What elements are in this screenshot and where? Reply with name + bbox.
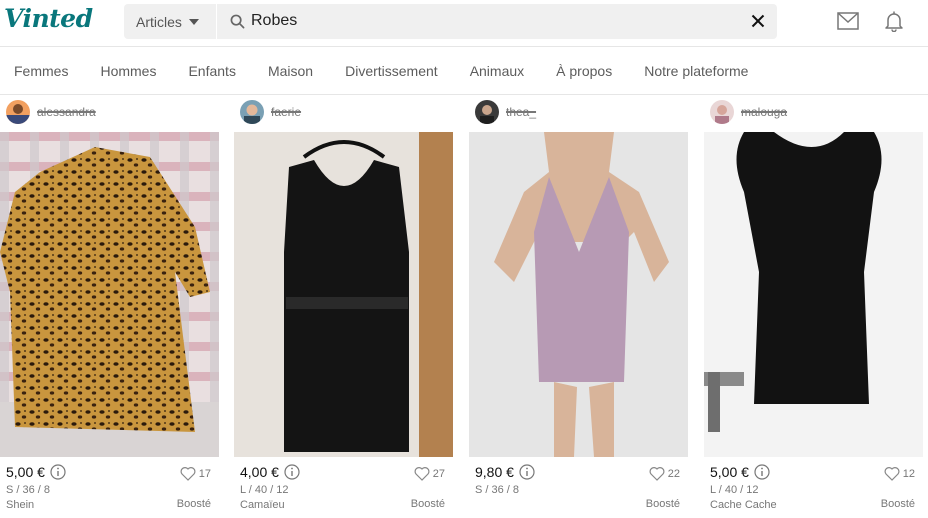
like-count: 17	[198, 467, 211, 480]
info-icon[interactable]	[519, 464, 535, 480]
item-size: S / 36 / 8	[6, 484, 51, 496]
seller-row[interactable]: thea_	[475, 100, 536, 124]
favourite-button[interactable]: 27	[414, 466, 445, 481]
nav-item-enfants[interactable]: Enfants	[188, 63, 235, 79]
nav-item-a-propos[interactable]: À propos	[556, 63, 612, 79]
search-bar: Articles Robes	[124, 4, 777, 39]
heart-icon	[649, 467, 665, 481]
item-photo[interactable]	[0, 132, 219, 457]
like-count: 27	[432, 467, 445, 480]
item-card[interactable]: malouga 5,00 € 12 L / 40 / 12 Cache Cach…	[704, 96, 923, 518]
search-input[interactable]: Robes	[251, 12, 297, 30]
nav-item-animaux[interactable]: Animaux	[470, 63, 524, 79]
avatar	[240, 100, 264, 124]
heart-icon	[884, 467, 900, 481]
avatar	[475, 100, 499, 124]
heart-icon	[180, 467, 196, 481]
price-row: 4,00 €	[240, 464, 300, 480]
favourite-button[interactable]: 17	[180, 466, 211, 481]
seller-username: alessandra	[37, 105, 96, 119]
vinted-logo[interactable]: Vinted	[4, 4, 93, 33]
chevron-down-icon	[188, 18, 199, 25]
nav-item-notre-plateforme[interactable]: Notre plateforme	[644, 63, 748, 79]
top-header: Vinted Articles Robes	[0, 0, 928, 47]
nav-item-femmes[interactable]: Femmes	[14, 63, 68, 79]
item-photo[interactable]	[234, 132, 453, 457]
nav-item-hommes[interactable]: Hommes	[100, 63, 156, 79]
clear-icon[interactable]	[751, 14, 765, 28]
nav-item-maison[interactable]: Maison	[268, 63, 313, 79]
boosted-badge: Boosté	[880, 498, 915, 510]
info-icon[interactable]	[50, 464, 66, 480]
info-icon[interactable]	[754, 464, 770, 480]
bell-icon[interactable]	[883, 10, 905, 32]
seller-row[interactable]: alessandra	[6, 100, 96, 124]
item-card[interactable]: alessandra 5,00 € 17 S / 36 / 8 Shein Bo…	[0, 96, 219, 518]
seller-username: faerie	[271, 105, 302, 119]
category-select-label: Articles	[136, 13, 182, 30]
like-count: 22	[667, 467, 680, 480]
seller-row[interactable]: malouga	[710, 100, 787, 124]
seller-username: malouga	[741, 105, 788, 119]
item-size: L / 40 / 12	[710, 484, 759, 496]
mail-icon[interactable]	[837, 12, 859, 30]
avatar	[710, 100, 734, 124]
item-size: S / 36 / 8	[475, 484, 520, 496]
favourite-button[interactable]: 12	[884, 466, 915, 481]
item-price: 5,00 €	[6, 464, 45, 480]
category-select[interactable]: Articles	[124, 4, 217, 39]
favourite-button[interactable]: 22	[649, 466, 680, 481]
seller-username: thea_	[506, 105, 537, 119]
avatar	[6, 100, 30, 124]
search-icon	[230, 14, 245, 29]
item-brand: Cache Cache	[710, 499, 777, 511]
item-brand: Shein	[6, 499, 35, 511]
info-icon[interactable]	[284, 464, 300, 480]
boosted-badge: Boosté	[176, 498, 211, 510]
nav-item-divertissement[interactable]: Divertissement	[345, 63, 438, 79]
seller-row[interactable]: faerie	[240, 100, 301, 124]
like-count: 12	[902, 467, 915, 480]
item-card[interactable]: thea_ 9,80 € 22 S / 36 / 8 Boosté	[469, 96, 688, 518]
boosted-badge: Boosté	[645, 498, 680, 510]
item-brand: Camaïeu	[240, 499, 285, 511]
item-size: L / 40 / 12	[240, 484, 289, 496]
boosted-badge: Boosté	[410, 498, 445, 510]
price-row: 5,00 €	[710, 464, 770, 480]
item-card[interactable]: faerie 4,00 € 27 L / 40 / 12 Camaïeu Boo…	[234, 96, 453, 518]
item-price: 4,00 €	[240, 464, 279, 480]
item-photo[interactable]	[704, 132, 923, 457]
price-row: 9,80 €	[475, 464, 535, 480]
price-row: 5,00 €	[6, 464, 66, 480]
item-photo[interactable]	[469, 132, 688, 457]
item-price: 5,00 €	[710, 464, 749, 480]
heart-icon	[414, 467, 430, 481]
category-nav: Femmes Hommes Enfants Maison Divertissem…	[0, 48, 928, 95]
item-price: 9,80 €	[475, 464, 514, 480]
